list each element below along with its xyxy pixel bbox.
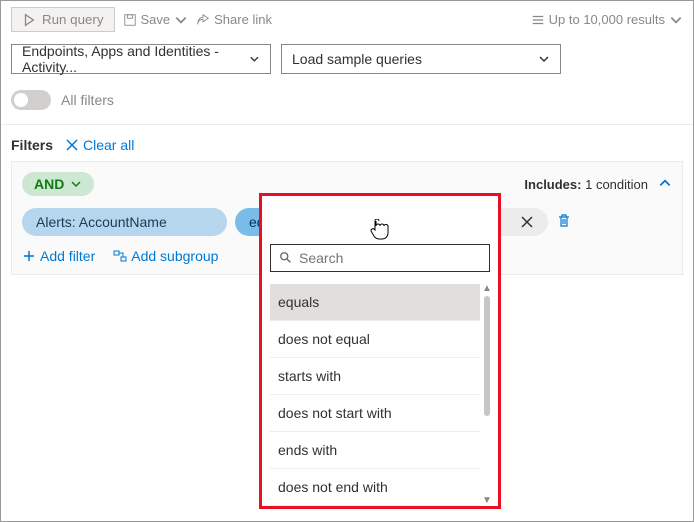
- filter-field-pill[interactable]: Alerts: AccountName: [22, 208, 227, 236]
- dropdown-item-starts-with[interactable]: starts with: [270, 358, 480, 395]
- play-icon: [22, 13, 36, 27]
- subgroup-icon: [113, 249, 127, 263]
- share-label: Share link: [214, 12, 272, 27]
- operator-dropdown: equals does not equal starts with does n…: [259, 193, 501, 509]
- filters-heading: Filters: [11, 137, 53, 153]
- dropdown-item-does-not-equal[interactable]: does not equal: [270, 321, 480, 358]
- dropdown-scrollbar[interactable]: ▲ ▼: [484, 284, 490, 506]
- add-filter-button[interactable]: Add filter: [22, 248, 95, 264]
- chevron-down-icon: [669, 13, 683, 27]
- clear-icon[interactable]: [520, 215, 534, 229]
- includes-text: Includes: 1 condition: [524, 177, 648, 192]
- dropdown-item-equals[interactable]: equals: [270, 284, 480, 321]
- clear-all-label: Clear all: [83, 137, 134, 153]
- dropdown-item-ends-with[interactable]: ends with: [270, 432, 480, 469]
- chevron-up-icon: [658, 176, 672, 190]
- save-label: Save: [141, 12, 171, 27]
- save-button[interactable]: Save: [123, 12, 189, 27]
- add-subgroup-label: Add subgroup: [131, 248, 218, 264]
- dropdown-item-does-not-start-with[interactable]: does not start with: [270, 395, 480, 432]
- sample-queries-selector[interactable]: Load sample queries: [281, 44, 561, 74]
- scope-label: Endpoints, Apps and Identities - Activit…: [22, 43, 249, 75]
- all-filters-toggle[interactable]: [11, 90, 51, 110]
- search-icon: [279, 251, 293, 265]
- dropdown-list: equals does not equal starts with does n…: [270, 284, 490, 506]
- logic-operator-label: AND: [34, 176, 64, 192]
- run-query-button[interactable]: Run query: [11, 7, 115, 32]
- plus-icon: [22, 249, 36, 263]
- all-filters-label: All filters: [61, 92, 114, 108]
- dropdown-search-box[interactable]: [270, 244, 490, 272]
- list-icon: [531, 13, 545, 27]
- share-icon: [196, 13, 210, 27]
- logic-operator-pill[interactable]: AND: [22, 172, 94, 196]
- clear-all-button[interactable]: Clear all: [65, 137, 134, 153]
- add-filter-label: Add filter: [40, 248, 95, 264]
- trash-icon: [556, 213, 572, 229]
- scroll-down-arrow-icon[interactable]: ▼: [482, 496, 492, 506]
- scroll-up-arrow-icon[interactable]: ▲: [482, 284, 492, 294]
- add-subgroup-button[interactable]: Add subgroup: [113, 248, 218, 264]
- close-icon: [65, 138, 79, 152]
- sample-label: Load sample queries: [292, 51, 422, 67]
- chevron-down-icon: [249, 53, 260, 65]
- chevron-down-icon: [174, 13, 188, 27]
- collapse-button[interactable]: [658, 176, 672, 193]
- dropdown-item-does-not-end-with[interactable]: does not end with: [270, 469, 480, 506]
- chevron-down-icon: [538, 53, 550, 65]
- results-limit-button[interactable]: Up to 10,000 results: [531, 12, 683, 27]
- save-icon: [123, 13, 137, 27]
- results-label: Up to 10,000 results: [549, 12, 665, 27]
- delete-condition-button[interactable]: [556, 213, 572, 232]
- run-query-label: Run query: [42, 12, 104, 27]
- scope-selector[interactable]: Endpoints, Apps and Identities - Activit…: [11, 44, 271, 74]
- dropdown-search-input[interactable]: [299, 250, 481, 266]
- share-link-button[interactable]: Share link: [196, 12, 272, 27]
- scroll-thumb[interactable]: [484, 296, 490, 416]
- filter-field-label: Alerts: AccountName: [36, 214, 167, 230]
- chevron-down-icon: [70, 178, 82, 190]
